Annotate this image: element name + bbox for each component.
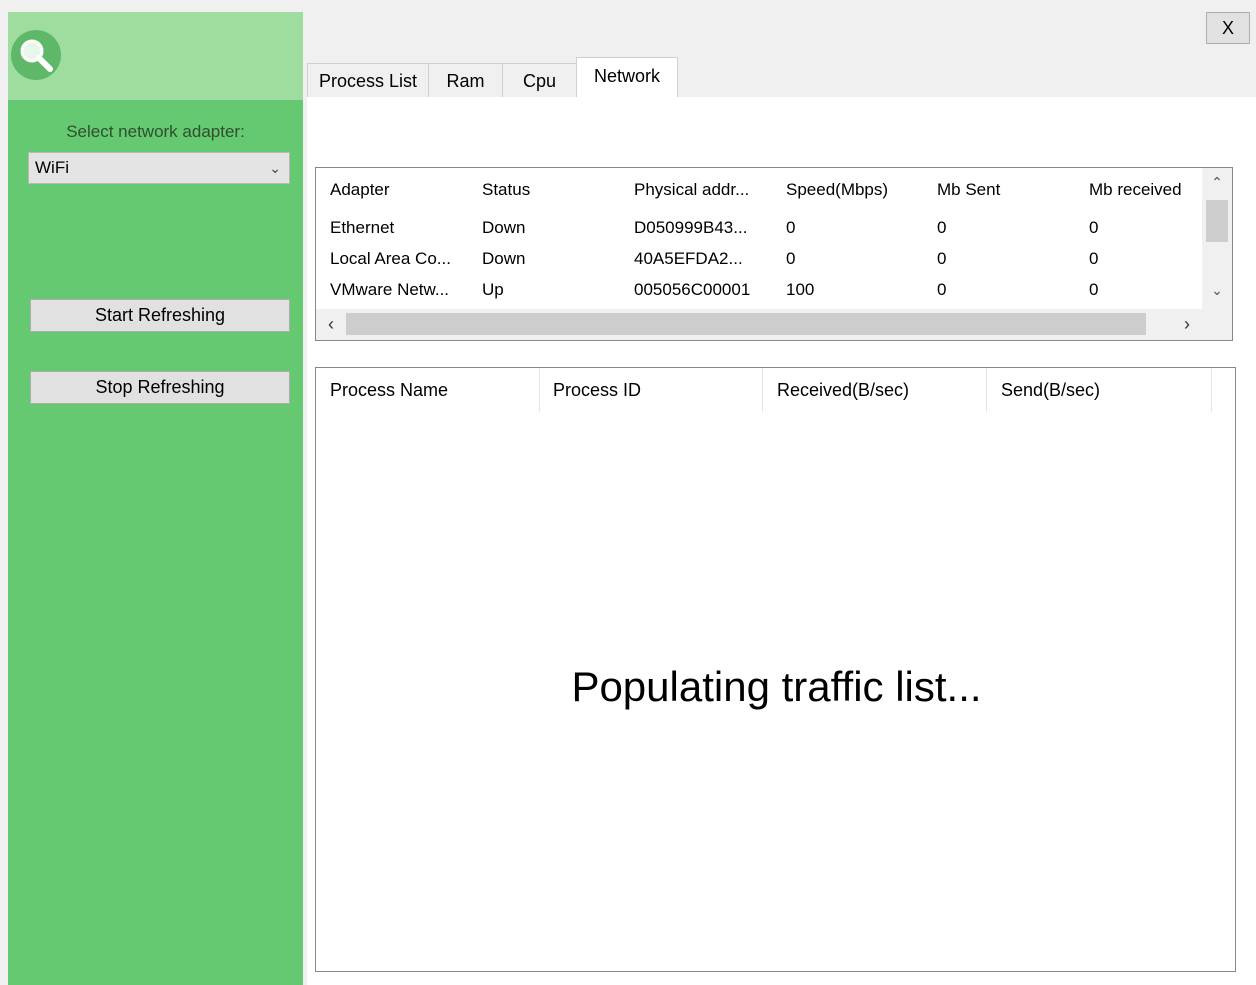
tab-process-list[interactable]: Process List [307, 63, 429, 97]
sidebar: Select network adapter: WiFi ⌄ Start Ref… [8, 12, 303, 985]
cell-mb-received: 0 [1089, 249, 1099, 268]
column-header[interactable]: Adapter [330, 180, 390, 200]
column-header[interactable]: Received(B/sec) [763, 368, 987, 412]
cell-physical-address: D050999B43... [634, 218, 748, 237]
cell-mb-received: 0 [1089, 280, 1099, 299]
column-header[interactable]: Mb Sent [937, 180, 1000, 200]
cell-status: Down [482, 249, 526, 268]
cell-physical-address: 40A5EFDA2... [634, 249, 743, 268]
column-header[interactable]: Send(B/sec) [987, 368, 1212, 412]
scroll-up-icon[interactable]: ⌃ [1202, 174, 1232, 191]
horizontal-scrollbar[interactable]: ‹ › [316, 309, 1232, 340]
search-icon [11, 30, 61, 80]
cell-mb-sent: 0 [937, 218, 947, 237]
cell-status: Down [482, 218, 526, 237]
vertical-scroll-thumb[interactable] [1206, 200, 1228, 242]
column-header[interactable]: Speed(Mbps) [786, 180, 888, 200]
stop-refreshing-button[interactable]: Stop Refreshing [30, 371, 290, 404]
sidebar-header [8, 12, 303, 100]
column-header[interactable]: Process ID [539, 368, 763, 412]
adapter-label: Select network adapter: [66, 122, 245, 141]
horizontal-scroll-thumb[interactable] [346, 313, 1146, 335]
cell-speed: 100 [786, 280, 815, 299]
cell-mb-received: 0 [1089, 218, 1099, 237]
tab-strip: Process List Ram Cpu Network [307, 57, 1256, 97]
cell-adapter: Local Area Co... [330, 249, 451, 268]
vertical-scrollbar[interactable]: ⌃ ⌄ [1202, 168, 1232, 310]
cell-physical-address: 005056C00001 [634, 280, 751, 299]
cell-speed: 0 [786, 218, 796, 237]
tab-ram[interactable]: Ram [428, 63, 503, 97]
traffic-list[interactable]: Process Name Process ID Received(B/sec) … [315, 367, 1236, 972]
adapter-select-value: WiFi [35, 158, 69, 177]
cell-adapter: VMware Netw... [330, 280, 450, 299]
cell-adapter: Ethernet [330, 218, 395, 237]
adapter-select[interactable]: WiFi ⌄ [28, 152, 290, 184]
column-header[interactable]: Physical addr... [634, 180, 749, 200]
traffic-placeholder: Populating traffic list... [571, 663, 982, 710]
scroll-left-icon[interactable]: ‹ [318, 309, 344, 340]
cell-mb-sent: 0 [937, 249, 947, 268]
cell-mb-sent: 0 [937, 280, 947, 299]
tab-cpu[interactable]: Cpu [502, 63, 577, 97]
cell-speed: 0 [786, 249, 796, 268]
adapter-table[interactable]: Adapter Status Physical addr... Speed(Mb… [315, 167, 1233, 341]
scroll-right-icon[interactable]: › [1174, 309, 1200, 340]
column-header[interactable]: Mb received [1089, 180, 1182, 200]
column-header[interactable]: Status [482, 180, 530, 200]
start-refreshing-button[interactable]: Start Refreshing [30, 299, 290, 332]
cell-status: Up [482, 280, 504, 299]
scroll-down-icon[interactable]: ⌄ [1202, 282, 1232, 299]
chevron-down-icon: ⌄ [269, 160, 281, 176]
tab-network[interactable]: Network [576, 57, 678, 97]
column-header[interactable]: Process Name [316, 368, 540, 412]
close-button[interactable]: X [1206, 12, 1250, 44]
